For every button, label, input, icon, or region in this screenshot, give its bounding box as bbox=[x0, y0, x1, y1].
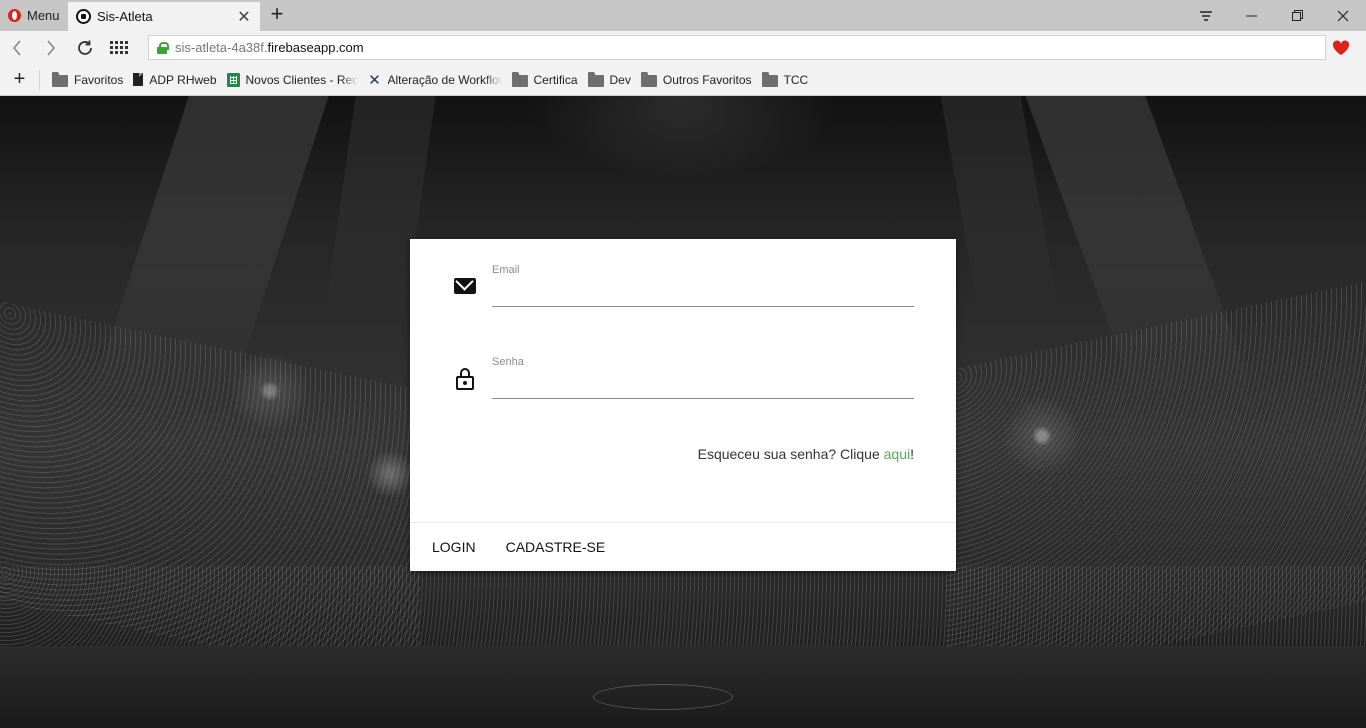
bookmark-alteracao-workflow[interactable]: ✕ Alteração de Workflow bbox=[366, 64, 510, 96]
spreadsheet-icon bbox=[226, 72, 240, 87]
password-label: Senha bbox=[492, 356, 524, 368]
new-tab-button[interactable]: + bbox=[266, 3, 288, 26]
folder-icon bbox=[511, 71, 528, 87]
folder-icon bbox=[52, 71, 68, 87]
email-icon bbox=[454, 278, 476, 294]
email-label: Email bbox=[492, 264, 520, 276]
bookmark-tcc[interactable]: TCC bbox=[760, 64, 817, 96]
reload-button[interactable] bbox=[68, 33, 102, 63]
soccer-ball-icon bbox=[76, 9, 91, 24]
folder-icon bbox=[761, 71, 778, 87]
x-logo-icon: ✕ bbox=[368, 71, 381, 89]
tab-strip: Menu Sis-Atleta ✕ + bbox=[0, 0, 1366, 31]
login-card: Email Senha Esqueceu sua senha? Clique a… bbox=[410, 239, 956, 571]
opera-logo-icon bbox=[8, 9, 21, 22]
email-input[interactable] bbox=[492, 278, 914, 308]
folder-icon bbox=[640, 71, 657, 87]
lock-icon bbox=[456, 368, 474, 390]
restore-button[interactable] bbox=[1274, 0, 1320, 31]
bookmark-favoritos[interactable]: Favoritos bbox=[50, 64, 131, 96]
grid-icon bbox=[110, 40, 128, 55]
back-button[interactable] bbox=[0, 33, 34, 63]
password-input[interactable] bbox=[492, 370, 914, 400]
forgot-password-text: Esqueceu sua senha? Clique aqui! bbox=[697, 446, 914, 462]
folder-icon bbox=[587, 71, 604, 87]
bookmarks-bar: + Favoritos ADP RHweb Novos Clientes - R… bbox=[0, 64, 1366, 96]
window-controls bbox=[1184, 0, 1366, 31]
add-bookmark-button[interactable]: + bbox=[0, 68, 40, 90]
menu-label: Menu bbox=[27, 8, 60, 23]
secure-lock-icon bbox=[157, 41, 169, 54]
close-window-button[interactable] bbox=[1320, 0, 1366, 31]
tab-menu-icon[interactable] bbox=[1184, 0, 1228, 31]
reload-icon bbox=[78, 40, 92, 55]
signup-button[interactable]: CADASTRE-SE bbox=[498, 529, 614, 565]
document-icon bbox=[133, 73, 144, 86]
forward-button[interactable] bbox=[34, 33, 68, 63]
card-actions: LOGIN CADASTRE-SE bbox=[410, 522, 956, 571]
bookmark-novos-clientes[interactable]: Novos Clientes - Rede bbox=[225, 64, 366, 96]
forward-arrow-icon bbox=[47, 39, 56, 56]
close-tab-icon[interactable]: ✕ bbox=[236, 7, 252, 27]
bookmark-adp-rhweb[interactable]: ADP RHweb bbox=[131, 64, 224, 96]
tab-sis-atleta[interactable]: Sis-Atleta ✕ bbox=[68, 2, 260, 31]
minimize-button[interactable] bbox=[1228, 0, 1274, 31]
password-field: Senha bbox=[492, 356, 914, 400]
heart-icon bbox=[1332, 39, 1350, 55]
back-arrow-icon bbox=[12, 39, 21, 56]
navigation-toolbar: sis-atleta-4a38f.firebaseapp.com bbox=[0, 31, 1366, 64]
email-field: Email bbox=[492, 264, 914, 308]
opera-menu-button[interactable]: Menu bbox=[0, 0, 68, 31]
bookmark-heart-button[interactable] bbox=[1326, 35, 1356, 60]
bookmark-outros-favoritos[interactable]: Outros Favoritos bbox=[639, 64, 760, 96]
login-button[interactable]: LOGIN bbox=[424, 529, 484, 565]
tab-title: Sis-Atleta bbox=[97, 9, 153, 24]
bookmark-certifica[interactable]: Certifica bbox=[510, 64, 586, 96]
url-text: sis-atleta-4a38f.firebaseapp.com bbox=[175, 40, 364, 55]
address-bar[interactable]: sis-atleta-4a38f.firebaseapp.com bbox=[148, 35, 1326, 60]
bookmark-dev[interactable]: Dev bbox=[586, 64, 639, 96]
forgot-password-link[interactable]: aqui bbox=[884, 446, 910, 462]
speed-dial-button[interactable] bbox=[102, 33, 136, 63]
